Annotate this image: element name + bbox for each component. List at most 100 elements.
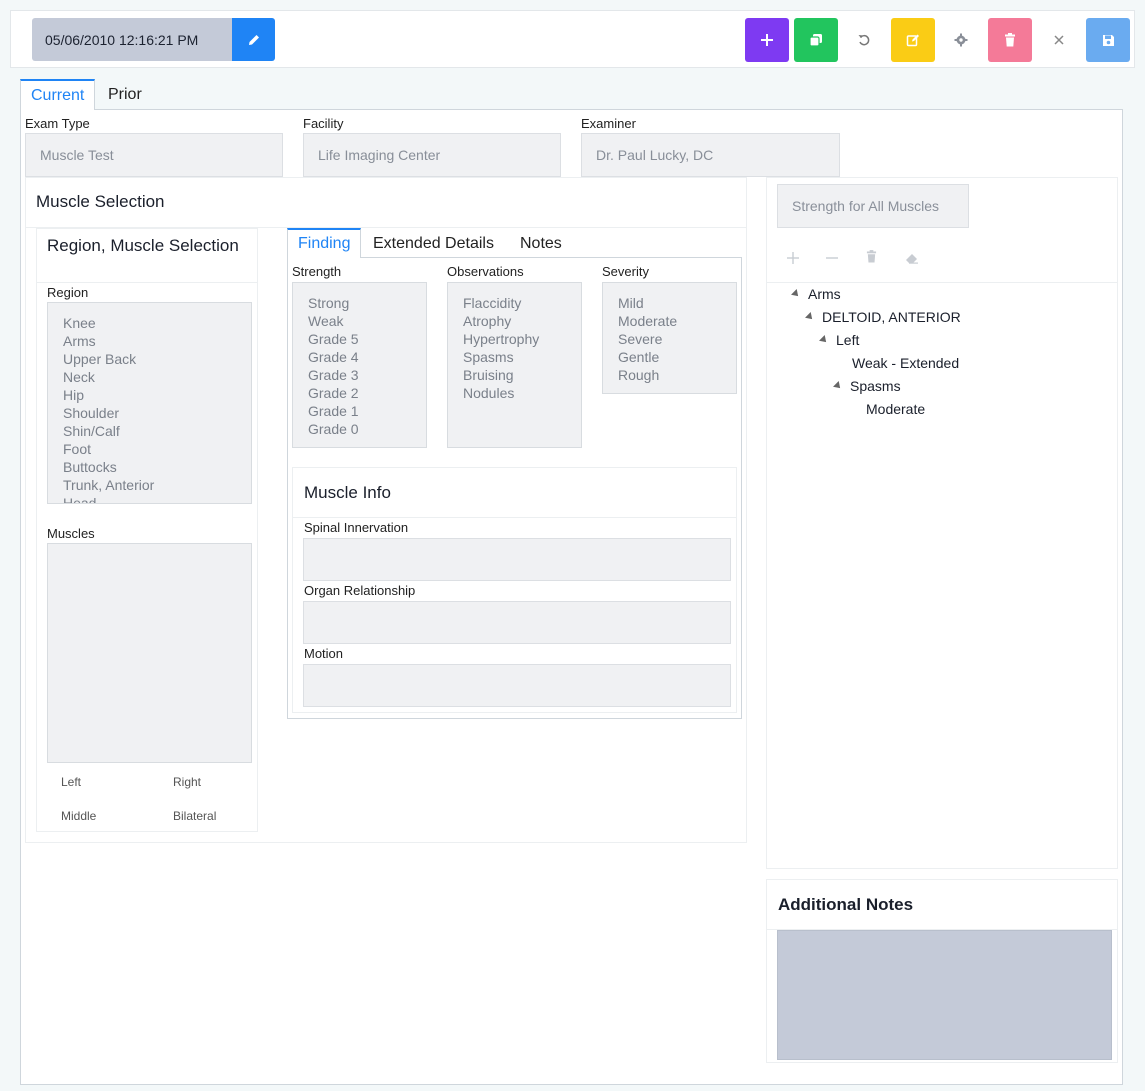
list-item[interactable]: Severe <box>603 330 736 348</box>
additional-notes-title: Additional Notes <box>778 895 914 914</box>
caret-down-icon <box>833 381 843 391</box>
facility-field[interactable]: Life Imaging Center <box>303 133 561 177</box>
tab-prior[interactable]: Prior <box>98 79 152 110</box>
tree-node-deltoid[interactable]: DELTOID, ANTERIOR <box>805 309 961 325</box>
trash-icon <box>866 250 877 263</box>
motion-field[interactable] <box>303 664 731 707</box>
settings-button[interactable] <box>939 18 983 62</box>
list-item[interactable]: Weak <box>293 312 426 330</box>
list-item[interactable]: Foot <box>48 440 251 458</box>
findings-tree-panel <box>766 177 1118 869</box>
list-item[interactable]: Strong <box>293 294 426 312</box>
tree-node-label: Left <box>836 332 860 348</box>
undo-button[interactable] <box>842 18 886 62</box>
list-item[interactable]: Nodules <box>448 384 581 402</box>
strength-listbox[interactable]: Strong Weak Grade 5 Grade 4 Grade 3 Grad… <box>292 282 427 448</box>
examiner-label: Examiner <box>581 116 636 131</box>
minus-icon <box>826 257 838 259</box>
list-item[interactable]: Moderate <box>603 312 736 330</box>
modify-button[interactable] <box>891 18 935 62</box>
list-item[interactable]: Grade 5 <box>293 330 426 348</box>
tree-node-label: Spasms <box>850 378 901 394</box>
close-button[interactable] <box>1037 18 1081 62</box>
list-item[interactable]: Hip <box>48 386 251 404</box>
side-bilateral-option[interactable]: Bilateral <box>173 809 216 823</box>
list-item[interactable]: Flaccidity <box>448 294 581 312</box>
list-item[interactable]: Knee <box>48 314 251 332</box>
list-item[interactable]: Trunk, Anterior <box>48 476 251 494</box>
list-item[interactable]: Shoulder <box>48 404 251 422</box>
list-item[interactable]: Grade 2 <box>293 384 426 402</box>
facility-label: Facility <box>303 116 344 131</box>
list-item[interactable]: Upper Back <box>48 350 251 368</box>
tab-notes[interactable]: Notes <box>510 229 572 259</box>
examiner-field[interactable]: Dr. Paul Lucky, DC <box>581 133 840 177</box>
caret-down-icon <box>791 289 801 299</box>
tree-node-label: Moderate <box>866 401 926 417</box>
pencil-icon <box>248 34 259 45</box>
list-item[interactable]: Mild <box>603 294 736 312</box>
muscles-label: Muscles <box>47 526 95 541</box>
list-item[interactable]: Spasms <box>448 348 581 366</box>
side-middle-option[interactable]: Middle <box>61 809 96 823</box>
list-item[interactable]: Arms <box>48 332 251 350</box>
gear-icon <box>954 33 968 47</box>
list-item[interactable]: Neck <box>48 368 251 386</box>
organ-relationship-field[interactable] <box>303 601 731 644</box>
caret-down-icon <box>805 312 815 322</box>
list-item[interactable]: Grade 4 <box>293 348 426 366</box>
list-item[interactable]: Gentle <box>603 348 736 366</box>
undo-icon <box>858 35 870 46</box>
edit-square-icon <box>906 34 919 47</box>
exam-type-label: Exam Type <box>25 116 90 131</box>
tree-node-spasms[interactable]: Spasms <box>833 378 901 394</box>
strength-all-muscles-button[interactable]: Strength for All Muscles <box>777 184 969 228</box>
tree-node-weak-extended[interactable]: Weak - Extended <box>852 355 959 371</box>
eraser-icon <box>906 254 918 264</box>
save-button[interactable] <box>1086 18 1130 62</box>
floppy-save-icon <box>1102 34 1114 46</box>
side-right-option[interactable]: Right <box>173 775 201 789</box>
add-button[interactable] <box>745 18 789 62</box>
tree-node-label: DELTOID, ANTERIOR <box>822 309 961 325</box>
copy-button[interactable] <box>794 18 838 62</box>
tab-extended-details[interactable]: Extended Details <box>363 229 504 259</box>
motion-label: Motion <box>304 646 344 661</box>
list-item[interactable]: Grade 1 <box>293 402 426 420</box>
plus-icon <box>787 252 799 264</box>
tree-clear-button[interactable] <box>905 251 919 269</box>
list-item[interactable]: Shin/Calf <box>48 422 251 440</box>
tree-add-button[interactable] <box>787 251 799 269</box>
edit-datetime-button[interactable] <box>232 18 275 61</box>
list-item[interactable]: Grade 3 <box>293 366 426 384</box>
exam-type-field[interactable]: Muscle Test <box>25 133 283 177</box>
delete-button[interactable] <box>988 18 1032 62</box>
spinal-innervation-label: Spinal Innervation <box>304 520 409 535</box>
list-item[interactable]: Head <box>48 494 251 503</box>
copy-icon <box>809 34 822 47</box>
tree-node-moderate[interactable]: Moderate <box>866 401 925 417</box>
region-muscle-title: Region, Muscle Selection <box>47 236 239 255</box>
tree-node-label: Weak - Extended <box>852 355 960 371</box>
list-item[interactable]: Rough <box>603 366 736 384</box>
spinal-innervation-field[interactable] <box>303 538 731 581</box>
tree-node-left[interactable]: Left <box>819 332 860 348</box>
region-listbox[interactable]: Knee Arms Upper Back Neck Hip Shoulder S… <box>47 302 252 504</box>
tree-node-arms[interactable]: Arms <box>791 286 841 302</box>
tree-remove-button[interactable] <box>826 251 838 269</box>
strength-label: Strength <box>292 264 342 279</box>
list-item[interactable]: Hypertrophy <box>448 330 581 348</box>
side-left-option[interactable]: Left <box>61 775 81 789</box>
observations-listbox[interactable]: Flaccidity Atrophy Hypertrophy Spasms Br… <box>447 282 582 448</box>
severity-label: Severity <box>602 264 649 279</box>
tree-delete-button[interactable] <box>866 250 877 268</box>
additional-notes-textarea[interactable] <box>777 930 1112 1060</box>
list-item[interactable]: Buttocks <box>48 458 251 476</box>
tab-current[interactable]: Current <box>20 79 96 110</box>
muscles-listbox[interactable] <box>47 543 252 763</box>
list-item[interactable]: Atrophy <box>448 312 581 330</box>
tab-finding[interactable]: Finding <box>287 228 362 258</box>
list-item[interactable]: Grade 0 <box>293 420 426 438</box>
severity-listbox[interactable]: Mild Moderate Severe Gentle Rough <box>602 282 737 394</box>
list-item[interactable]: Bruising <box>448 366 581 384</box>
